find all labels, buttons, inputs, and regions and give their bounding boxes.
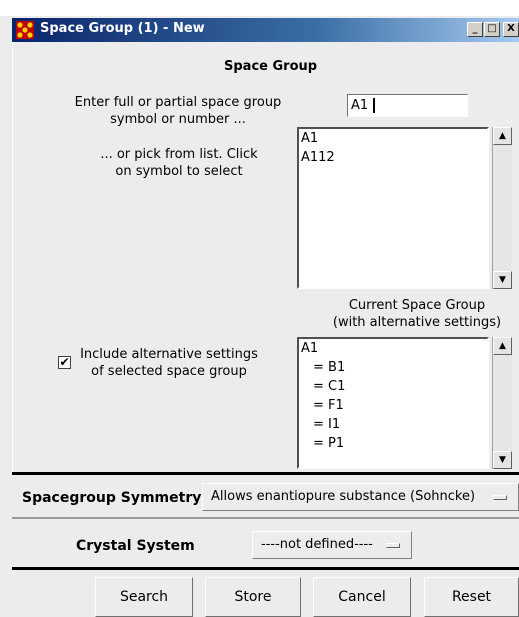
include-alternative-label-line2: of selected space group [91, 364, 247, 379]
section-divider [12, 472, 519, 475]
pick-list-label: ... or pick from list. Click on symbol t… [70, 146, 288, 180]
symbol-input[interactable]: A1 [347, 94, 468, 117]
section-divider [12, 567, 519, 570]
dropdown-indicator-icon [493, 495, 507, 500]
list-item[interactable]: = B1 [299, 358, 487, 377]
scroll-up-arrow-icon[interactable]: ▲ [493, 337, 512, 355]
crystal-system-dropdown-value: ----not defined---- [261, 537, 373, 552]
include-alternative-label: Include alternative settings of selected… [74, 346, 264, 380]
reset-button[interactable]: Reset [424, 577, 519, 617]
current-list-scrollbar[interactable]: ▲ ▼ [492, 337, 512, 469]
current-space-group-heading-line1: Current Space Group [348, 298, 486, 313]
scroll-up-arrow-icon[interactable]: ▲ [493, 127, 512, 145]
close-button[interactable]: X [503, 22, 519, 37]
symmetry-dropdown-value: Allows enantiopure substance (Sohncke) [211, 489, 476, 504]
cancel-button[interactable]: Cancel [313, 577, 411, 617]
current-space-group-heading-line2: (with alternative settings) [332, 315, 502, 330]
store-button[interactable]: Store [205, 577, 301, 617]
symmetry-label: Spacegroup Symmetry [22, 490, 202, 506]
list-item[interactable]: = P1 [299, 434, 487, 453]
app-logo-icon [16, 21, 34, 39]
minimize-button[interactable]: _ [467, 22, 483, 37]
list-item[interactable]: = F1 [299, 396, 487, 415]
scroll-down-arrow-icon[interactable]: ▼ [493, 271, 512, 289]
enter-symbol-label-line2: symbol or number ... [110, 112, 246, 127]
section-divider [12, 517, 519, 519]
enter-symbol-label: Enter full or partial space group symbol… [60, 94, 296, 128]
search-button[interactable]: Search [95, 577, 193, 617]
symbol-input-value: A1 [351, 98, 369, 113]
dropdown-indicator-icon [386, 543, 400, 548]
title-bar[interactable]: Space Group (1) - New _ □ X [12, 18, 519, 42]
include-alternative-checkbox[interactable]: ✔ [58, 356, 71, 369]
list-item[interactable]: A112 [299, 148, 487, 167]
current-space-group-heading: Current Space Group (with alternative se… [326, 297, 508, 331]
list-item[interactable]: = I1 [299, 415, 487, 434]
window-title: Space Group (1) - New [40, 21, 205, 36]
pick-list-label-line1: ... or pick from list. Click [100, 147, 258, 162]
space-group-pick-list[interactable]: A1 A112 [297, 127, 489, 289]
list-item[interactable]: A1 [299, 129, 487, 148]
list-item[interactable]: = C1 [299, 377, 487, 396]
pick-list-scrollbar[interactable]: ▲ ▼ [492, 127, 512, 289]
check-mark-icon: ✔ [59, 355, 70, 369]
include-alternative-label-line1: Include alternative settings [80, 347, 258, 362]
text-cursor [373, 98, 375, 113]
space-group-heading: Space Group [224, 59, 318, 74]
maximize-button[interactable]: □ [484, 22, 500, 37]
pick-list-label-line2: on symbol to select [115, 164, 243, 179]
crystal-system-label: Crystal System [76, 538, 195, 554]
current-space-group-list[interactable]: A1 = B1 = C1 = F1 = I1 = P1 [297, 337, 489, 469]
enter-symbol-label-line1: Enter full or partial space group [74, 95, 282, 110]
scroll-down-arrow-icon[interactable]: ▼ [493, 451, 512, 469]
symmetry-dropdown[interactable]: Allows enantiopure substance (Sohncke) [202, 483, 519, 511]
list-item[interactable]: A1 [299, 339, 487, 358]
